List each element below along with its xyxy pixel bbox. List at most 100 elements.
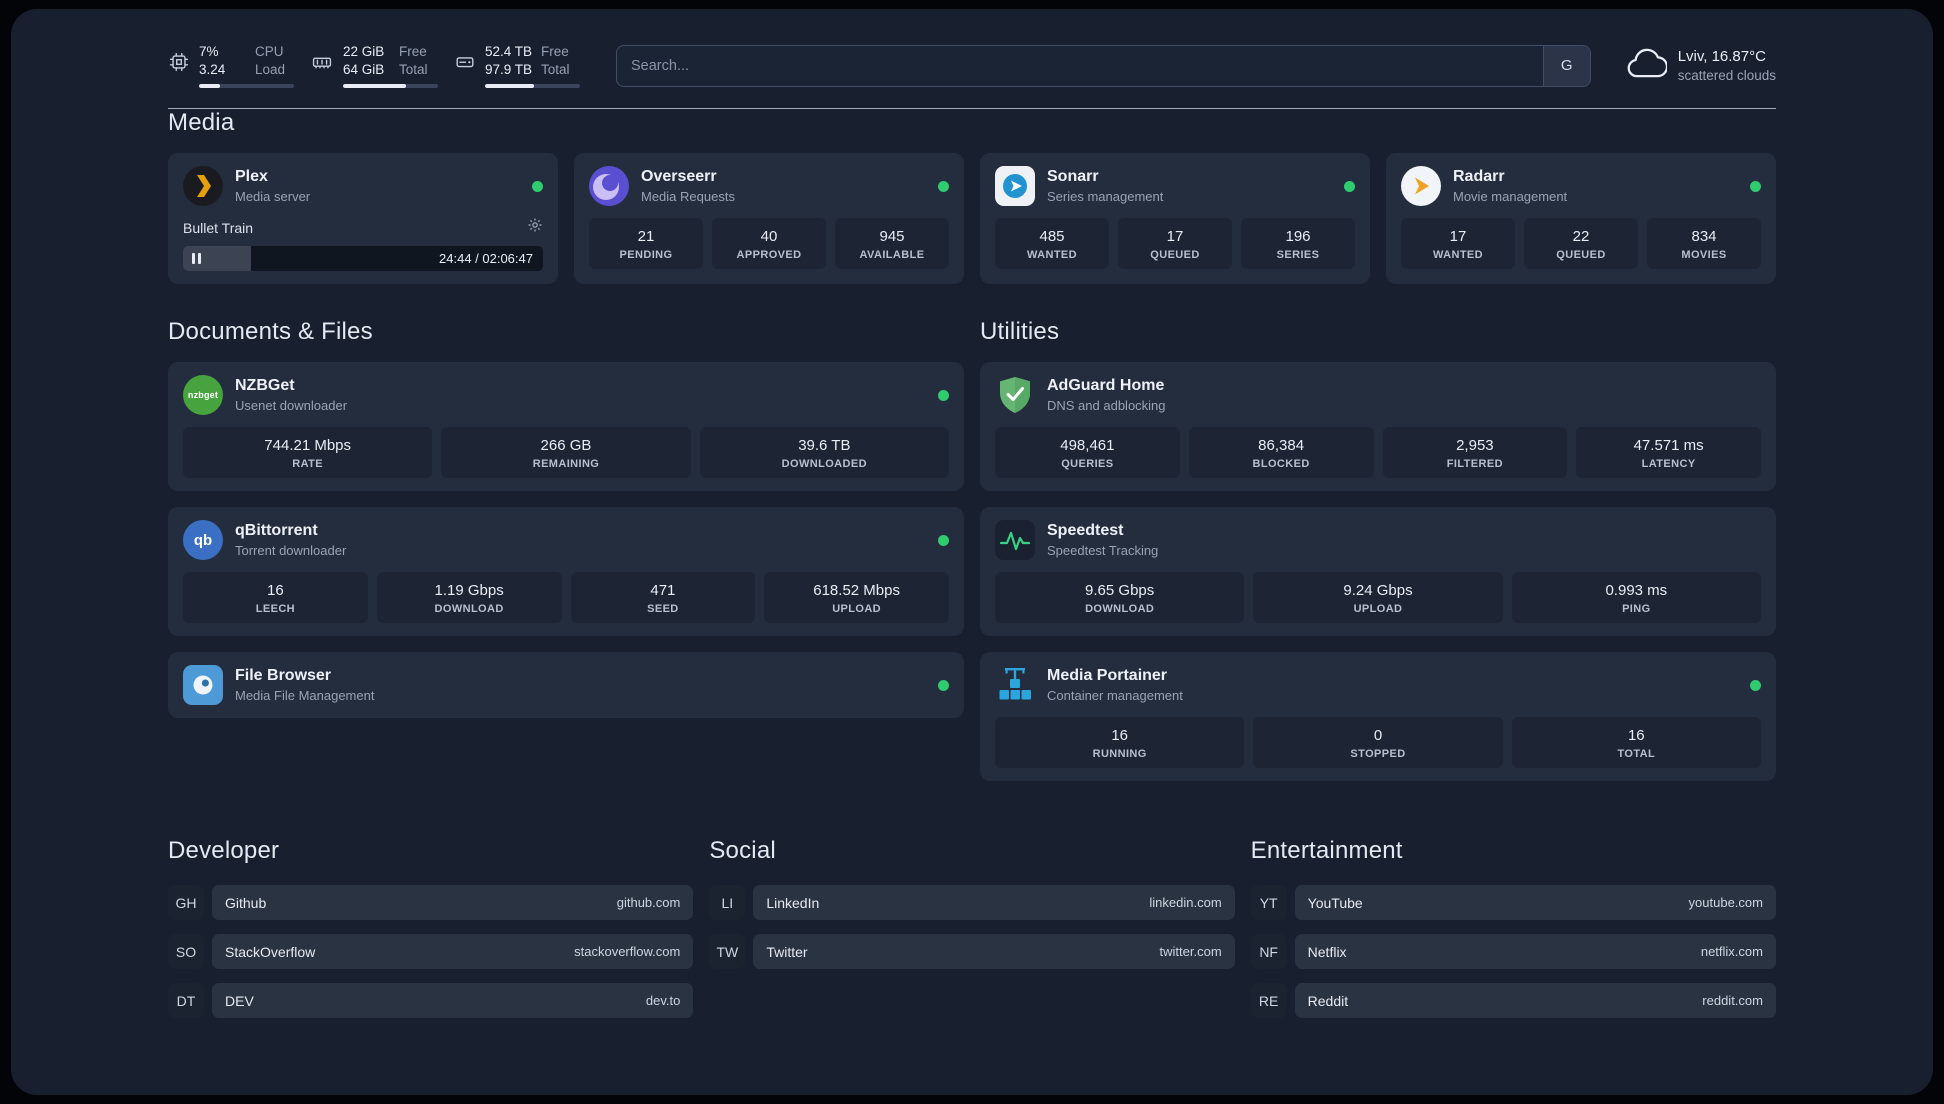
bookmark-abbr: GH (168, 885, 204, 920)
playback-time: 24:44 / 02:06:47 (439, 251, 533, 266)
bookmark-netflix[interactable]: NF Netflix netflix.com (1250, 934, 1776, 969)
search-input[interactable] (617, 45, 1543, 86)
stat-label: QUERIES (1061, 458, 1114, 470)
status-dot (1344, 180, 1355, 192)
radarr-icon (1401, 166, 1441, 206)
stat-tile-rate: 744.21 Mbps RATE (183, 427, 433, 478)
disk-icon (454, 51, 476, 73)
card-plex[interactable]: Plex Media server Bullet Train 24:44 / 0… (168, 153, 558, 284)
now-playing-title: Bullet Train (183, 219, 254, 236)
app-subtitle: Usenet downloader (235, 398, 348, 413)
pause-icon[interactable] (192, 253, 201, 264)
stat-label: AVAILABLE (859, 249, 925, 261)
stat-tile-latency: 47.571 ms LATENCY (1576, 427, 1761, 478)
qbittorrent-icon-label: qb (193, 531, 213, 549)
stat-tile-upload: 9.24 Gbps UPLOAD (1253, 572, 1503, 623)
stat-label: WANTED (1026, 249, 1078, 261)
topbar-divider (168, 108, 1776, 109)
stat-tile-total: 16 TOTAL (1511, 717, 1761, 768)
stat-tile-pending: 21 PENDING (589, 218, 703, 269)
search-bar: G (616, 44, 1591, 87)
bookmark-bar: StackOverflow stackoverflow.com (212, 934, 694, 969)
adguard-icon (995, 375, 1035, 415)
bookmark-name: Netflix (1307, 943, 1347, 960)
stat-label: FILTERED (1446, 458, 1503, 470)
bookmark-youtube[interactable]: YT YouTube youtube.com (1250, 885, 1776, 920)
nzbget-icon: nzbget (183, 375, 223, 415)
stat-value: 196 (1285, 228, 1311, 245)
section-heading-utilities: Utilities (980, 318, 1060, 345)
bookmark-linkedin[interactable]: LI LinkedIn linkedin.com (709, 885, 1235, 920)
bookmark-dev[interactable]: DT DEV dev.to (168, 983, 694, 1018)
bookmark-abbr: DT (168, 983, 204, 1018)
disk-total-value: 97.9 TB (485, 62, 533, 77)
disk-free-value: 52.4 TB (485, 44, 533, 59)
app-name: qBittorrent (235, 522, 318, 539)
stat-value: 266 GB (540, 437, 592, 454)
card-radarr[interactable]: Radarr Movie management 17 WANTED 22 QUEUE… (1386, 153, 1776, 284)
qbittorrent-icon: qb (183, 520, 223, 560)
media-card-row: Plex Media server Bullet Train 24:44 / 0… (168, 153, 1776, 284)
app-subtitle: DNS and adblocking (1047, 398, 1166, 413)
stat-label: RATE (292, 458, 324, 470)
search-provider-button[interactable]: G (1542, 45, 1590, 86)
stat-value: 16 (1111, 727, 1128, 744)
stat-label: TOTAL (1617, 748, 1656, 760)
stat-tile-upload: 618.52 Mbps UPLOAD (764, 572, 949, 623)
bookmark-bar: Reddit reddit.com (1294, 983, 1776, 1018)
card-qbittorrent[interactable]: qb qBittorrent Torrent downloader 16 LEEC… (168, 507, 964, 636)
stat-tile-remaining: 266 GB REMAINING (441, 427, 691, 478)
stat-label: BLOCKED (1252, 458, 1310, 470)
cpu-stat: 7% CPU 3.24 Load (168, 43, 294, 88)
card-nzbget[interactable]: nzbget NZBGet Usenet downloader 744.21 M… (168, 362, 964, 491)
stat-tile-stopped: 0 STOPPED (1253, 717, 1503, 768)
stat-label: PING (1622, 603, 1651, 615)
stat-tile-seed: 471 SEED (570, 572, 756, 623)
status-dot (938, 534, 949, 546)
bookmark-reddit[interactable]: RE Reddit reddit.com (1250, 983, 1776, 1018)
stat-label: STOPPED (1350, 748, 1406, 760)
bookmark-twitter[interactable]: TW Twitter twitter.com (709, 934, 1235, 969)
stat-value: 22 (1572, 228, 1590, 245)
gear-icon[interactable] (527, 217, 543, 238)
stat-value: 21 (637, 228, 655, 245)
filebrowser-icon (183, 665, 223, 705)
stat-value: 618.52 Mbps (813, 582, 900, 599)
stat-label: MOVIES (1681, 249, 1727, 261)
status-dot (1750, 679, 1761, 691)
stat-tile-movies: 834 MOVIES (1647, 218, 1761, 269)
bookmark-abbr: YT (1250, 885, 1287, 920)
bookmark-domain: youtube.com (1688, 895, 1763, 910)
card-filebrowser[interactable]: File Browser Media File Management (168, 652, 964, 718)
app-subtitle: Media File Management (235, 688, 375, 703)
card-portainer[interactable]: Media Portainer Container management 16 R… (980, 652, 1776, 781)
weather-widget: Lviv, 16.87°C scattered clouds (1625, 47, 1776, 85)
stat-value: 86,384 (1258, 437, 1305, 454)
top-bar: 7% CPU 3.24 Load 22 GiB Free 64 GiB Total (168, 43, 1776, 88)
bookmark-bar: Twitter twitter.com (753, 934, 1235, 969)
portainer-icon (995, 665, 1035, 705)
stat-value: 9.65 Gbps (1085, 582, 1155, 599)
bookmark-name: Github (225, 894, 267, 911)
bookmark-domain: netflix.com (1700, 944, 1763, 959)
app-name: Overseerr (641, 168, 717, 185)
bookmark-stackoverflow[interactable]: SO StackOverflow stackoverflow.com (168, 934, 694, 969)
card-adguard[interactable]: AdGuard Home DNS and adblocking 498,461 Q… (980, 362, 1776, 491)
app-name: NZBGet (235, 377, 295, 394)
stat-tile-filtered: 2,953 FILTERED (1382, 427, 1568, 478)
stat-value: 471 (650, 582, 676, 599)
app-subtitle: Series management (1047, 189, 1164, 204)
card-overseerr[interactable]: Overseerr Media Requests 21 PENDING 40 APP… (574, 153, 964, 284)
section-heading-documents: Documents & Files (168, 318, 373, 345)
memory-free-label: Free (399, 44, 427, 59)
cpu-usage-label: CPU (255, 44, 284, 59)
bookmark-name: LinkedIn (766, 894, 820, 911)
stat-label: SERIES (1276, 249, 1320, 261)
stat-value: 16 (267, 582, 284, 599)
status-dot (1750, 180, 1761, 192)
card-speedtest[interactable]: Speedtest Speedtest Tracking 9.65 Gbps DO… (980, 507, 1776, 636)
stat-value: 0.993 ms (1605, 582, 1668, 599)
bookmark-github[interactable]: GH Github github.com (168, 885, 694, 920)
app-name: AdGuard Home (1047, 377, 1165, 394)
card-sonarr[interactable]: Sonarr Series management 485 WANTED 17 QUE… (980, 153, 1370, 284)
